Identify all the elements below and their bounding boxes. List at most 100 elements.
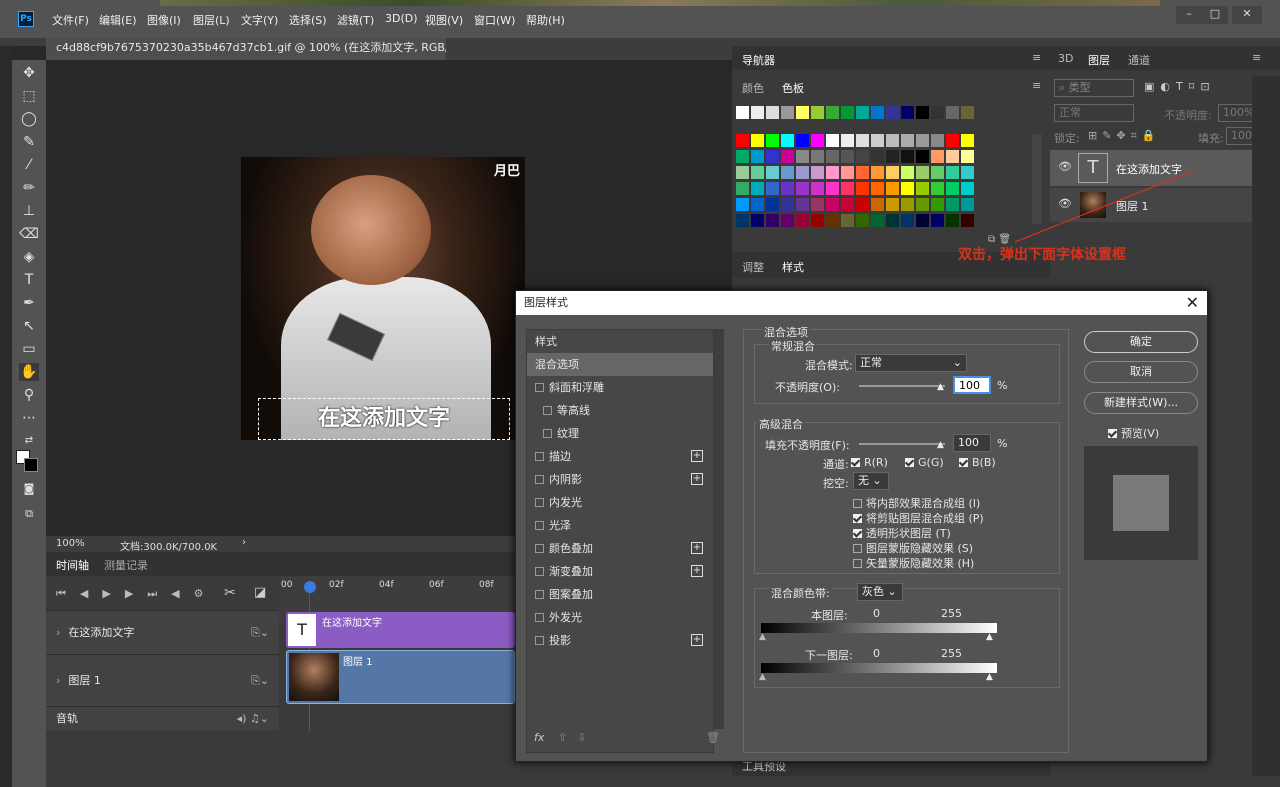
underlying-white-thumb[interactable]: ▲ <box>986 672 993 682</box>
color-swatch[interactable] <box>916 106 929 119</box>
color-swatch[interactable] <box>751 182 764 195</box>
menu-image[interactable]: 图像(I) <box>147 12 181 28</box>
option-checkbox[interactable]: 矢量蒙版隐藏效果 (H) <box>853 555 974 571</box>
screen-mode-icon[interactable]: ⧉ <box>19 505 39 523</box>
color-swatch[interactable] <box>856 182 869 195</box>
color-swatch[interactable] <box>886 214 899 227</box>
menu-edit[interactable]: 编辑(E) <box>99 12 137 28</box>
style-list-item[interactable]: 内阴影 + <box>527 468 713 491</box>
ok-button[interactable]: 确定 <box>1084 331 1198 353</box>
zoom-tool-icon[interactable]: ⚲ <box>19 386 39 404</box>
split-scissors-icon[interactable]: ✂ <box>224 585 236 601</box>
color-swatch[interactable] <box>766 150 779 163</box>
underlying-gradient[interactable] <box>761 663 997 673</box>
tab-channels[interactable]: 通道 <box>1128 52 1150 68</box>
color-swatch[interactable] <box>901 134 914 147</box>
opacity-slider-thumb[interactable]: ▲ <box>937 382 944 392</box>
color-swatch[interactable] <box>961 198 974 211</box>
color-swatch[interactable] <box>841 134 854 147</box>
color-swatch[interactable] <box>736 134 749 147</box>
color-swatch[interactable] <box>796 150 809 163</box>
color-swatch[interactable] <box>811 166 824 179</box>
color-swatch[interactable] <box>961 134 974 147</box>
color-swatch[interactable] <box>841 106 854 119</box>
add-effect-plus-icon[interactable]: + <box>691 542 703 554</box>
color-swatch[interactable] <box>916 134 929 147</box>
fx-icon[interactable]: fx <box>534 731 544 744</box>
swatch-grid[interactable] <box>736 106 1032 230</box>
menu-3d[interactable]: 3D(D) <box>385 12 418 25</box>
color-swatch[interactable] <box>781 150 794 163</box>
color-swatch[interactable] <box>946 198 959 211</box>
color-swatch[interactable] <box>931 214 944 227</box>
color-swatch[interactable] <box>946 150 959 163</box>
style-checkbox[interactable] <box>535 521 544 530</box>
style-list-item[interactable]: 纹理 <box>527 422 713 445</box>
style-checkbox[interactable] <box>535 613 544 622</box>
option-checkbox[interactable]: 透明形状图层 (T) <box>853 525 951 541</box>
menu-help[interactable]: 帮助(H) <box>526 12 565 28</box>
color-swatch[interactable] <box>871 150 884 163</box>
color-swatch[interactable] <box>796 166 809 179</box>
color-swatch[interactable] <box>841 198 854 211</box>
color-swatch[interactable] <box>961 106 974 119</box>
color-swatch[interactable] <box>856 214 869 227</box>
hand-tool-icon[interactable]: ✋ <box>19 363 39 381</box>
option-checkbox[interactable]: 将剪贴图层混合成组 (P) <box>853 510 984 526</box>
playback-controls[interactable]: ⏮◀▶▶⏭◀⚙ <box>56 587 218 601</box>
tab-swatches[interactable]: 色板 <box>782 80 804 96</box>
blend-if-dropdown[interactable]: 灰色 ⌄ <box>857 583 903 601</box>
style-checkbox[interactable] <box>535 544 544 553</box>
color-swatch[interactable] <box>841 214 854 227</box>
add-effect-plus-icon[interactable]: + <box>691 634 703 646</box>
type-tool-icon[interactable]: T <box>19 271 39 289</box>
style-checkbox[interactable] <box>535 567 544 576</box>
color-swatch[interactable] <box>796 182 809 195</box>
layer-blend-mode-dropdown[interactable]: 正常 <box>1054 104 1134 122</box>
color-swatch[interactable] <box>916 166 929 179</box>
lock-icons[interactable]: ⊞✎✥⌗🔒 <box>1088 129 1161 143</box>
color-swatch[interactable] <box>751 198 764 211</box>
color-swatch[interactable] <box>946 182 959 195</box>
color-swatch[interactable] <box>961 166 974 179</box>
style-list-item[interactable]: 外发光 <box>527 606 713 629</box>
style-list-item[interactable]: 内发光 <box>527 491 713 514</box>
color-swatch[interactable] <box>856 166 869 179</box>
pixel-layer-clip[interactable]: 图层 1 <box>286 650 515 704</box>
quick-select-tool-icon[interactable]: ✎ <box>19 133 39 151</box>
color-swatch[interactable] <box>736 198 749 211</box>
knockout-dropdown[interactable]: 无 ⌄ <box>853 472 889 490</box>
color-swatch[interactable] <box>901 182 914 195</box>
color-swatch[interactable] <box>781 166 794 179</box>
text-layer-clip[interactable]: T 在这添加文字 <box>286 612 515 648</box>
menu-layer[interactable]: 图层(L) <box>193 12 230 28</box>
color-swatch[interactable] <box>811 182 824 195</box>
swatch-menu-icon[interactable]: ≡ <box>1032 79 1041 92</box>
color-swatch[interactable] <box>931 106 944 119</box>
add-effect-plus-icon[interactable]: + <box>691 473 703 485</box>
track-row[interactable]: › 在这添加文字 ⎘⌄ <box>46 610 279 654</box>
style-checkbox[interactable] <box>535 475 544 484</box>
minimize-button[interactable]: – <box>1176 6 1202 24</box>
menu-view[interactable]: 视图(V) <box>425 12 463 28</box>
color-swatch[interactable] <box>886 198 899 211</box>
style-checkbox[interactable] <box>535 383 544 392</box>
underlying-black-thumb[interactable]: ▲ <box>759 672 766 682</box>
color-swatch[interactable] <box>916 214 929 227</box>
rectangle-tool-icon[interactable]: ▭ <box>19 340 39 358</box>
color-swatch[interactable] <box>766 166 779 179</box>
style-list-item[interactable]: 等高线 <box>527 399 713 422</box>
fill-opacity-input[interactable]: 100 <box>953 434 991 452</box>
style-checkbox[interactable] <box>535 590 544 599</box>
color-swatch[interactable] <box>871 182 884 195</box>
color-swatch[interactable] <box>886 166 899 179</box>
color-swatch[interactable] <box>766 106 779 119</box>
color-swatch[interactable] <box>901 198 914 211</box>
text-layer-bounding-box[interactable]: 在这添加文字 <box>258 398 510 440</box>
color-swatch[interactable] <box>826 134 839 147</box>
color-swatch[interactable] <box>886 182 899 195</box>
panel-menu-icon[interactable]: ≡ <box>1032 51 1041 64</box>
color-swatch[interactable] <box>946 134 959 147</box>
style-list-item[interactable]: 颜色叠加 + <box>527 537 713 560</box>
opacity-slider[interactable] <box>859 385 945 387</box>
